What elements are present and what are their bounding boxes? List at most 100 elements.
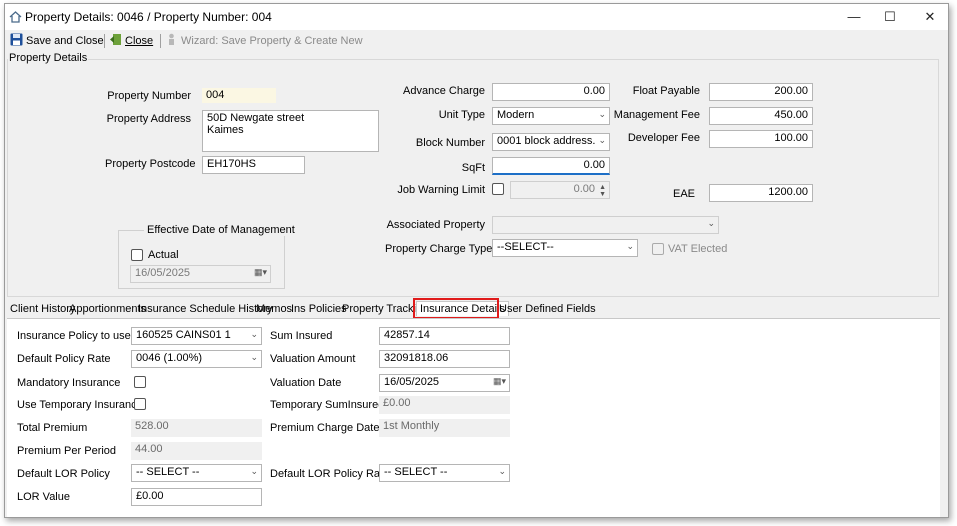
save-disk-icon [10, 33, 23, 46]
actual-checkbox[interactable] [131, 249, 143, 261]
effective-date-value: 16/05/2025 [135, 267, 191, 279]
property-postcode-field[interactable]: EH170HS [202, 156, 305, 174]
minimize-button[interactable]: — [834, 6, 874, 28]
advance-charge-field[interactable]: 0.00 [492, 83, 610, 101]
lor-value-field[interactable]: £0.00 [131, 488, 262, 506]
job-warning-limit-label: Job Warning Limit [397, 184, 485, 196]
tab-client-history[interactable]: Client History [10, 303, 75, 315]
tab-apportionments[interactable]: Apportionments [69, 303, 146, 315]
wizard-label: Wizard: Save Property & Create New [181, 35, 363, 47]
chevron-down-icon: ⌄ [250, 466, 258, 476]
tab-user-defined-fields[interactable]: User Defined Fields [499, 303, 596, 315]
toolbar: Save and Close Close Wizard: Save Proper… [5, 30, 948, 52]
close-exit-icon [110, 34, 121, 45]
unit-type-label: Unit Type [438, 109, 485, 121]
property-charge-type-label: Property Charge Type [385, 243, 493, 255]
valuation-date-label: Valuation Date [270, 377, 342, 389]
default-lor-policy-value: -- SELECT -- [136, 466, 200, 478]
property-address-field[interactable]: 50D Newgate street Kaimes [202, 110, 379, 152]
close-window-button[interactable]: ✕ [910, 6, 948, 28]
float-payable-label: Float Payable [632, 85, 700, 97]
property-charge-type-value: --SELECT-- [497, 241, 554, 253]
lor-value-label: LOR Value [17, 491, 70, 503]
close-label: Close [125, 35, 154, 47]
sqft-field[interactable]: 0.00 [492, 157, 610, 175]
sum-insured-field[interactable]: 42857.14 [379, 327, 510, 345]
vat-elected-label: VAT Elected [668, 243, 728, 255]
premium-charge-date-field: 1st Monthly [379, 419, 510, 437]
job-warning-limit-field[interactable]: 0.00 ▲ ▼ [510, 181, 610, 199]
insurance-details-panel: Insurance Policy to use 160525 CAINS01 1… [7, 318, 944, 517]
premium-per-period-label: Premium Per Period [17, 445, 117, 457]
eae-label: EAE [672, 188, 695, 200]
job-warning-limit-checkbox[interactable] [492, 183, 504, 195]
valuation-amount-label: Valuation Amount [270, 353, 356, 365]
property-details-window: Property Details: 0046 / Property Number… [4, 3, 949, 518]
wizard-button[interactable]: Wizard: Save Property & Create New [165, 33, 363, 50]
policy-to-use-select[interactable]: 160525 CAINS01 1 ⌄ [131, 327, 262, 345]
toolbar-separator [160, 34, 161, 48]
job-warning-limit-value: 0.00 [573, 183, 595, 195]
use-temporary-insurance-checkbox[interactable] [134, 398, 146, 410]
use-temporary-insurance-label: Use Temporary Insurance [17, 399, 143, 411]
vat-elected-checkbox[interactable] [652, 243, 664, 255]
property-number-field[interactable]: 004 [202, 88, 276, 103]
default-policy-rate-label: Default Policy Rate [17, 353, 111, 365]
default-lor-policy-select[interactable]: -- SELECT -- ⌄ [131, 464, 262, 482]
valuation-date-value: 16/05/2025 [384, 376, 440, 388]
sqft-label: SqFt [461, 162, 485, 174]
block-number-value: 0001 block address. [497, 135, 596, 147]
group-label: Property Details [8, 52, 89, 64]
chevron-down-icon: ⌄ [707, 218, 715, 228]
associated-property-select[interactable]: ⌄ [492, 216, 719, 234]
actual-label: Actual [148, 249, 179, 261]
sum-insured-label: Sum Insured [270, 330, 333, 342]
temporary-sum-insured-field: £0.00 [379, 396, 510, 414]
default-lor-policy-rate-select[interactable]: -- SELECT -- ⌄ [379, 464, 510, 482]
save-and-close-label: Save and Close [26, 35, 104, 47]
mandatory-insurance-checkbox[interactable] [134, 376, 146, 388]
tab-memos[interactable]: Memos [256, 303, 292, 315]
default-lor-policy-rate-label: Default LOR Policy Rate [270, 468, 390, 480]
valuation-date-picker[interactable]: 16/05/2025 ▦▾ [379, 374, 510, 392]
unit-type-select[interactable]: Modern ⌄ [492, 107, 610, 125]
close-button[interactable]: Close [109, 33, 153, 50]
premium-charge-date-label: Premium Charge Date [270, 422, 380, 434]
property-charge-type-select[interactable]: --SELECT-- ⌄ [492, 239, 638, 257]
tab-ins-policies[interactable]: Ins Policies [291, 303, 347, 315]
default-policy-rate-select[interactable]: 0046 (1.00%) ⌄ [131, 350, 262, 368]
chevron-down-icon: ⌄ [626, 241, 634, 251]
valuation-amount-field[interactable]: 32091818.06 [379, 350, 510, 368]
tab-insurance-schedule-history[interactable]: Insurance Schedule History [138, 303, 273, 315]
chevron-down-icon: ⌄ [250, 352, 258, 362]
unit-type-value: Modern [497, 109, 535, 121]
property-postcode-label: Property Postcode [105, 158, 196, 170]
float-payable-field[interactable]: 200.00 [709, 83, 813, 101]
title-bar: Property Details: 0046 / Property Number… [5, 4, 948, 30]
toolbar-separator [104, 34, 105, 48]
default-policy-rate-value: 0046 (1.00%) [136, 352, 203, 364]
chevron-down-icon: ⌄ [250, 329, 258, 339]
management-fee-field[interactable]: 450.00 [709, 107, 813, 125]
block-number-select[interactable]: 0001 block address. ⌄ [492, 133, 610, 151]
policy-to-use-value: 160525 CAINS01 1 [136, 329, 231, 341]
total-premium-field: 528.00 [131, 419, 262, 437]
associated-property-label: Associated Property [386, 219, 485, 231]
developer-fee-label: Developer Fee [627, 132, 700, 144]
management-fee-label: Management Fee [613, 109, 700, 121]
highlight-box [413, 298, 499, 319]
calendar-dropdown-icon: ▦▾ [492, 376, 506, 386]
home-icon [9, 11, 22, 23]
vertical-scrollbar[interactable] [940, 30, 948, 517]
window-title: Property Details: 0046 / Property Number… [25, 10, 272, 24]
block-number-label: Block Number [415, 137, 485, 149]
effective-date-picker[interactable]: 16/05/2025 ▦▾ [130, 265, 271, 283]
temporary-sum-insured-label: Temporary SumInsured [270, 399, 385, 411]
eae-field[interactable]: 1200.00 [709, 184, 813, 202]
maximize-button[interactable]: ☐ [870, 6, 910, 28]
total-premium-label: Total Premium [17, 422, 88, 434]
developer-fee-field[interactable]: 100.00 [709, 130, 813, 148]
premium-per-period-field: 44.00 [131, 442, 262, 460]
default-lor-policy-rate-value: -- SELECT -- [384, 466, 448, 478]
save-and-close-button[interactable]: Save and Close [10, 33, 104, 50]
